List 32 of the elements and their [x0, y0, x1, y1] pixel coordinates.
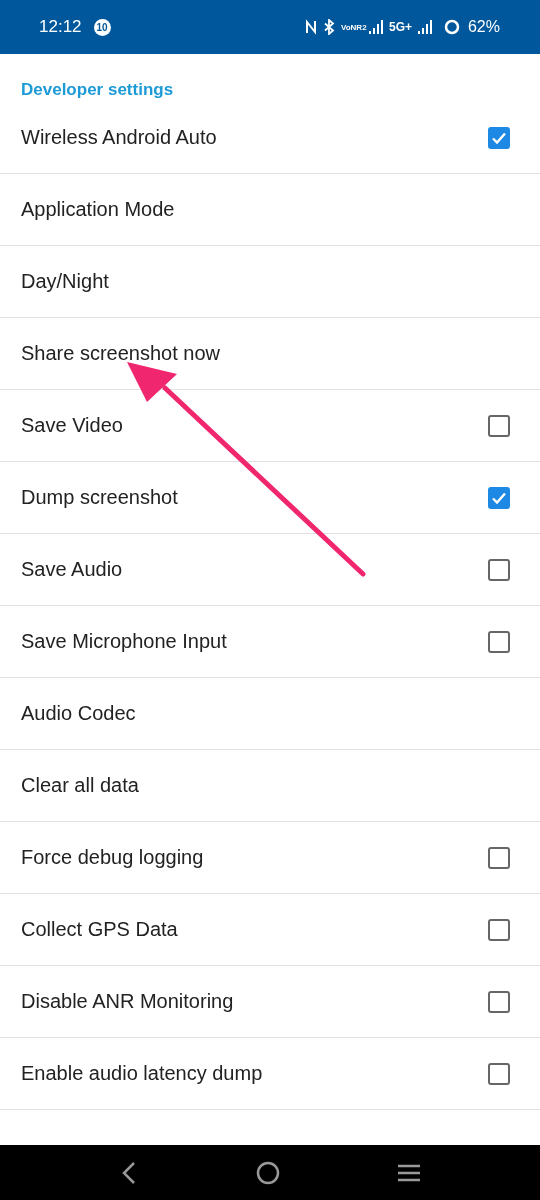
settings-row[interactable]: Force debug logging — [0, 822, 540, 894]
settings-row[interactable]: Application Mode — [0, 174, 540, 246]
section-header: Developer settings — [20, 79, 175, 101]
settings-row[interactable]: Clear all data — [0, 750, 540, 822]
checkbox[interactable] — [488, 486, 510, 509]
signal-icon — [416, 19, 433, 35]
settings-row[interactable]: Wireless Android Auto — [0, 102, 540, 174]
home-icon[interactable] — [256, 1160, 280, 1185]
settings-row[interactable]: Save Audio — [0, 534, 540, 606]
nfc-icon — [304, 19, 317, 35]
checkbox[interactable] — [488, 918, 510, 941]
settings-row[interactable]: Day/Night — [0, 246, 540, 318]
clock: 12:12 — [39, 17, 82, 37]
notification-badge: 10 — [93, 18, 111, 36]
checkbox[interactable] — [488, 126, 510, 149]
settings-row[interactable]: Enable audio latency dump — [0, 1038, 540, 1110]
battery-level: 62% — [467, 18, 500, 36]
settings-row[interactable]: Save Microphone Input — [0, 606, 540, 678]
battery-icon — [443, 19, 460, 35]
menu-icon[interactable] — [397, 1162, 422, 1183]
signal-icon — [367, 19, 384, 35]
checkbox[interactable] — [488, 990, 510, 1013]
checkbox[interactable] — [488, 558, 510, 581]
settings-row[interactable]: Audio Codec — [0, 678, 540, 750]
checkbox[interactable] — [488, 1062, 510, 1085]
checkbox[interactable] — [488, 630, 510, 653]
network-type: 5G+ — [388, 20, 412, 34]
settings-row[interactable]: Dump screenshot — [0, 462, 540, 534]
settings-row[interactable]: Collect GPS Data — [0, 894, 540, 966]
checkbox[interactable] — [488, 414, 510, 437]
settings-row[interactable]: Disable ANR Monitoring — [0, 966, 540, 1038]
checkbox[interactable] — [488, 846, 510, 869]
